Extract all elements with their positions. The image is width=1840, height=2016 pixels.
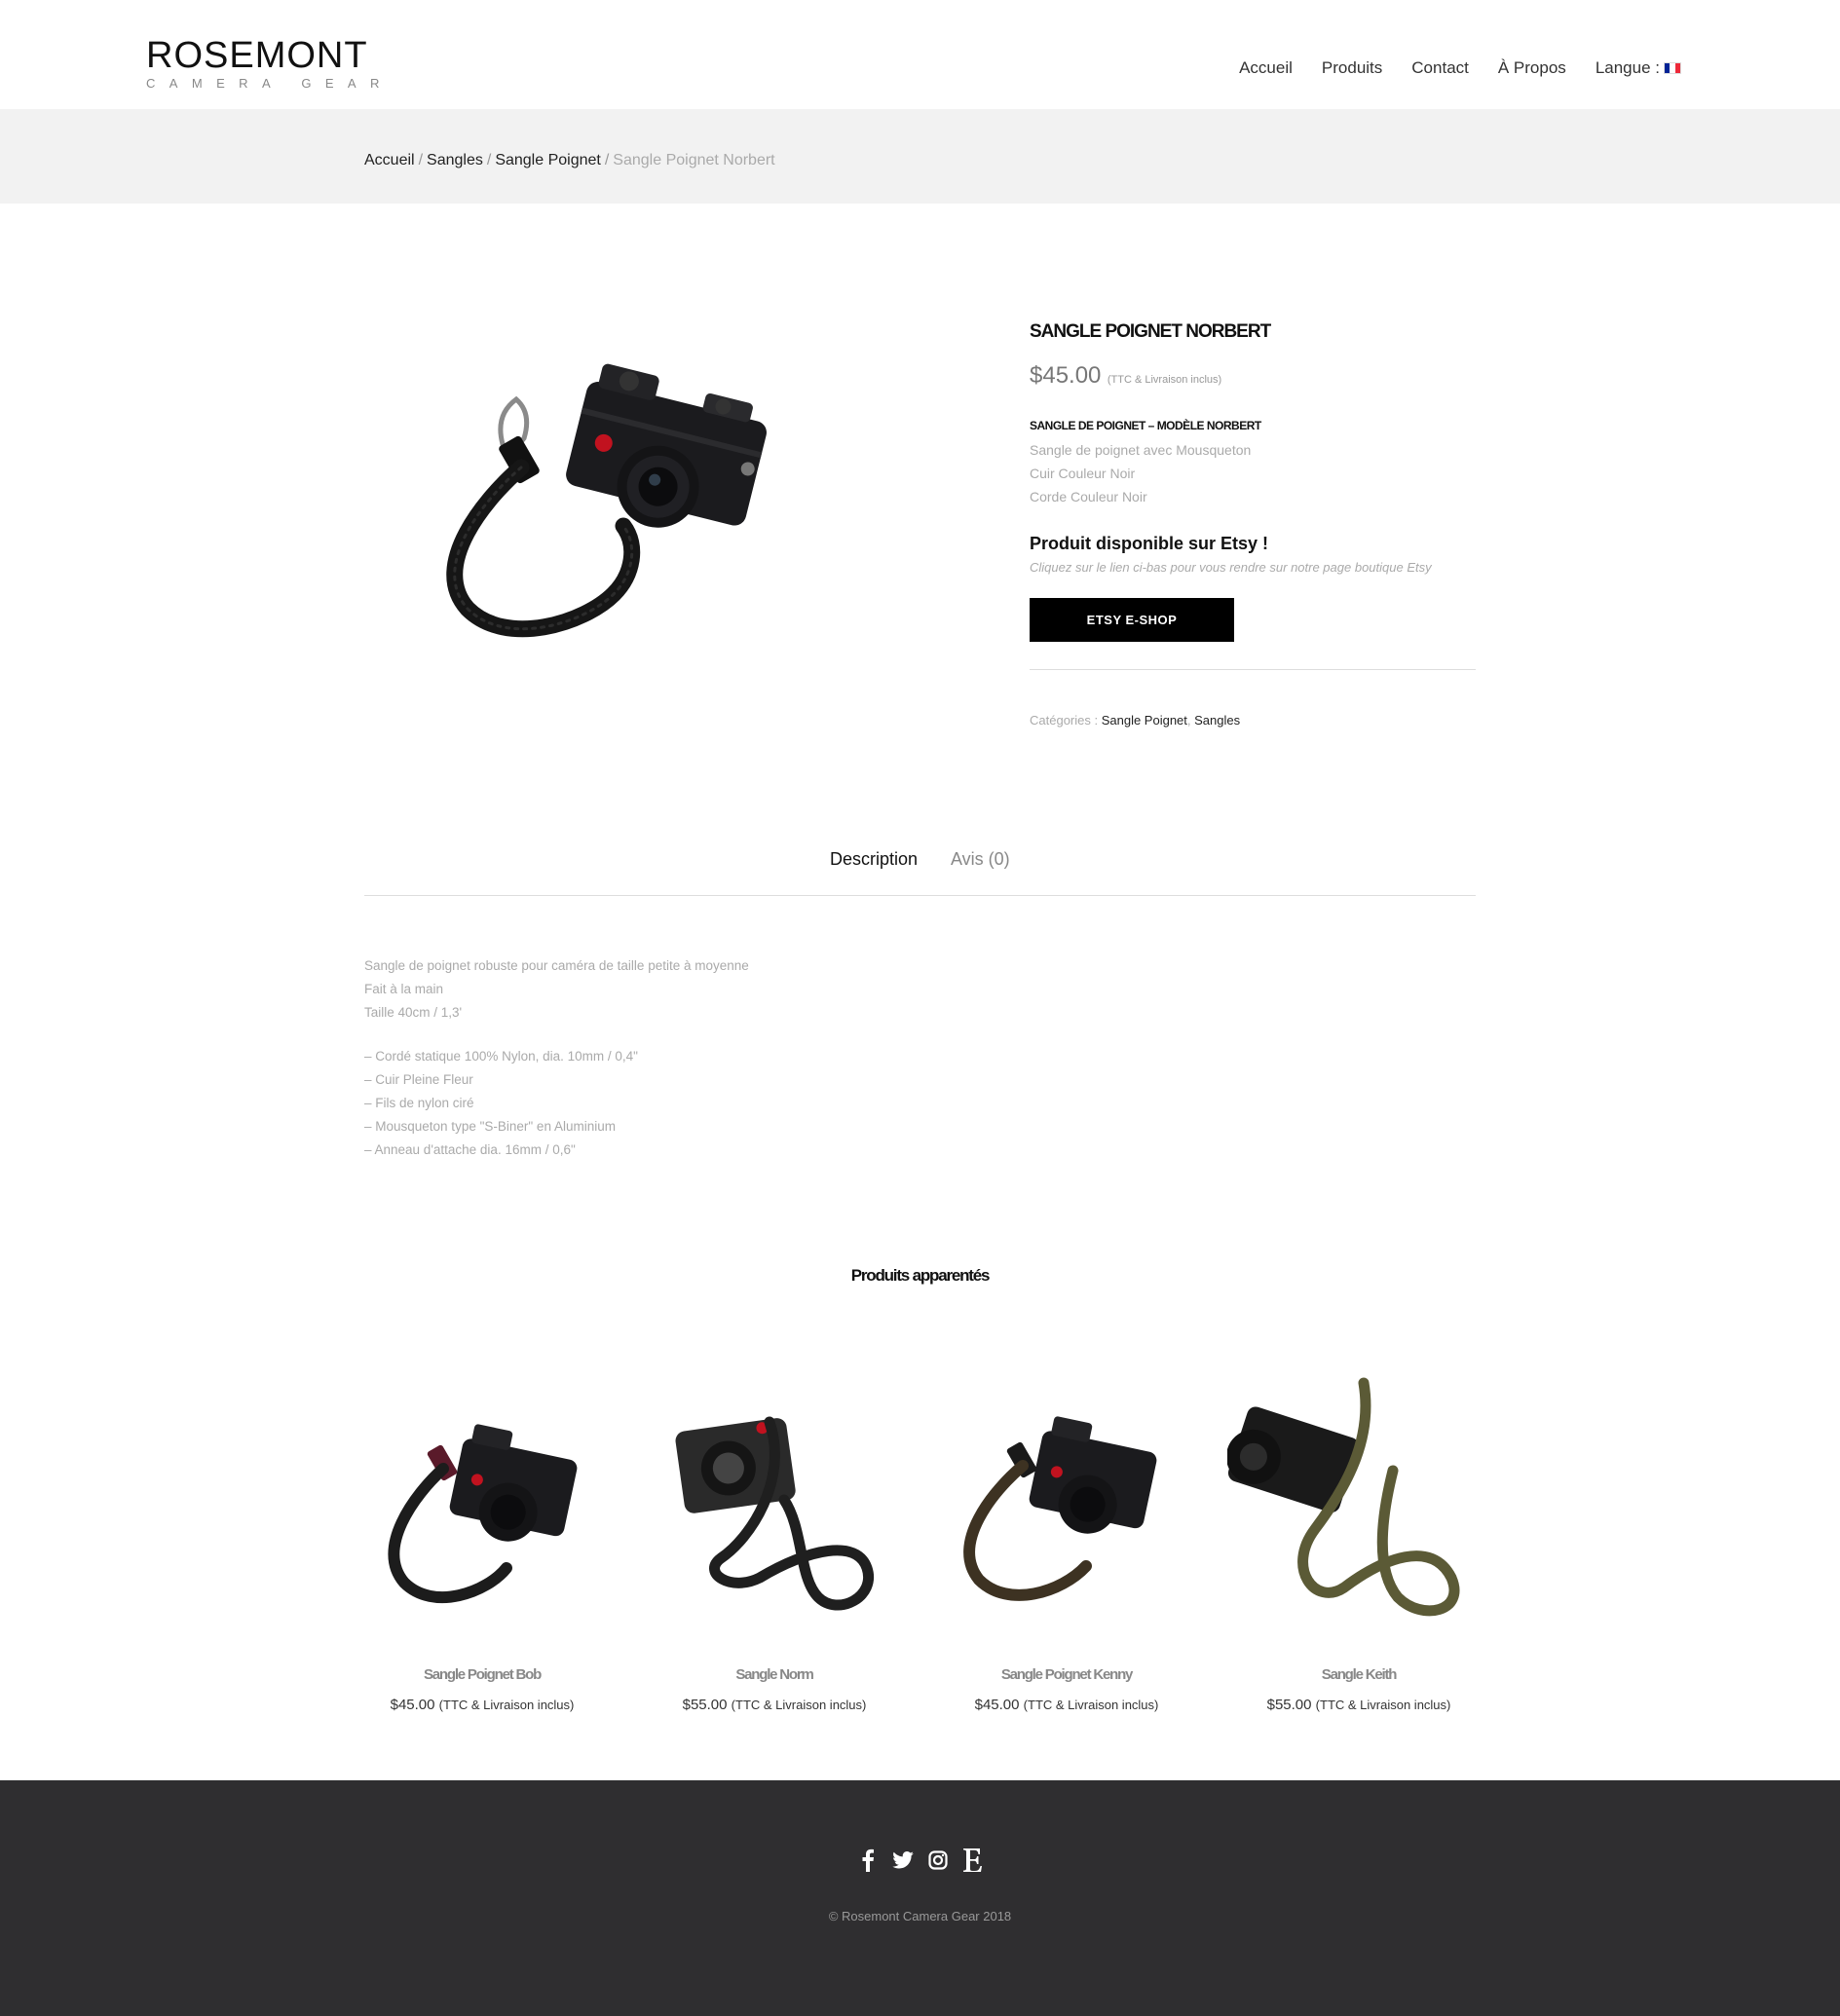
nav-item-a-propos[interactable]: À Propos [1498,58,1566,78]
related-product-name[interactable]: Sangle Poignet Kenny [935,1666,1198,1683]
breadcrumb-sangle-poignet[interactable]: Sangle Poignet [495,152,601,168]
etsy-availability-title: Produit disponible sur Etsy ! [1030,534,1269,553]
description-spec: – Fils de nylon ciré [364,1096,474,1110]
breadcrumb-separator: / [418,152,424,168]
related-product-tax: (TTC & Livraison inclus) [1315,1698,1451,1712]
etsy-icon[interactable] [961,1846,985,1875]
product-feature: Cuir Couleur Noir [1030,466,1136,481]
related-product-card[interactable]: Sangle Poignet Bob $45.00 (TTC & Livrais… [351,1363,614,1713]
nav-item-produits[interactable]: Produits [1322,58,1382,78]
product-features: Sangle de poignet avec Mousqueton Cuir C… [1030,438,1476,508]
etsy-availability-note: Cliquez sur le lien ci-bas pour vous ren… [1030,560,1432,575]
description-spec: – Mousqueton type "S-Biner" en Aluminium [364,1119,616,1134]
nav-item-langue[interactable]: Langue : [1596,58,1681,78]
related-product-card[interactable]: Sangle Norm $55.00 (TTC & Livraison incl… [643,1363,906,1713]
breadcrumb: Accueil / Sangles / Sangle Poignet / Sangle Po… [364,152,775,169]
related-product-image[interactable] [1225,1363,1490,1626]
site-header: ROSEMONT CAMERA GEAR Accueil Produits Co… [0,0,1840,109]
category-link-sangle-poignet[interactable]: Sangle Poignet [1102,713,1187,728]
related-product-name[interactable]: Sangle Norm [643,1666,906,1683]
description-spec: – Cuir Pleine Fleur [364,1072,473,1087]
site-logo[interactable]: ROSEMONT CAMERA GEAR [146,37,394,92]
breadcrumb-bar: Accueil / Sangles / Sangle Poignet / Sangle Po… [0,109,1840,204]
description-spec: – Cordé statique 100% Nylon, dia. 10mm /… [364,1049,638,1064]
etsy-eshop-button[interactable]: ETSY E-SHOP [1030,598,1234,642]
product-price-row: $45.00 (TTC & Livraison inclus) [1030,362,1476,390]
related-product-price-row: $45.00 (TTC & Livraison inclus) [935,1697,1198,1713]
related-product-price: $45.00 [390,1697,435,1713]
related-product-price-row: $55.00 (TTC & Livraison inclus) [643,1697,906,1713]
categories-label: Catégories : [1030,713,1099,728]
logo-main-text: ROSEMONT [146,35,368,76]
product-image[interactable] [370,331,911,662]
site-footer: © Rosemont Camera Gear 2018 [0,1780,1840,2016]
tab-description[interactable]: Description [830,849,918,870]
related-products-title: Produits apparentés [850,1266,991,1285]
related-product-name[interactable]: Sangle Poignet Bob [351,1666,614,1683]
related-product-image[interactable] [935,1363,1198,1626]
nav-item-contact[interactable]: Contact [1411,58,1469,78]
camera-strap-image [446,363,767,638]
related-product-image[interactable] [643,1363,906,1626]
breadcrumb-separator: / [604,152,610,168]
product-feature: Sangle de poignet avec Mousqueton [1030,442,1252,458]
product-description: Sangle de poignet robuste pour caméra de… [364,954,1241,1162]
product-price: $45.00 [1030,362,1102,389]
copyright-text: © Rosemont Camera Gear 2018 [828,1909,1012,1923]
breadcrumb-sangles[interactable]: Sangles [427,152,483,168]
logo-sub-text: CAMERA GEAR [146,76,394,91]
nav-item-accueil[interactable]: Accueil [1239,58,1293,78]
related-product-price-row: $55.00 (TTC & Livraison inclus) [1227,1697,1490,1713]
description-line: Taille 40cm / 1,3' [364,1005,463,1020]
main-nav: Accueil Produits Contact À Propos Langue… [1210,58,1681,78]
facebook-icon[interactable] [856,1846,880,1875]
related-product-price-row: $45.00 (TTC & Livraison inclus) [351,1697,614,1713]
tab-reviews[interactable]: Avis (0) [951,849,1010,870]
product-title: SANGLE POIGNET NORBERT [1030,321,1271,342]
product-tax-note: (TTC & Livraison inclus) [1107,374,1222,386]
social-links [0,1846,1840,1875]
product-feature: Corde Couleur Noir [1030,489,1147,504]
related-product-card[interactable]: Sangle Keith $55.00 (TTC & Livraison inc… [1225,1363,1490,1713]
related-product-tax: (TTC & Livraison inclus) [438,1698,575,1712]
breadcrumb-accueil[interactable]: Accueil [364,152,415,168]
related-product-name[interactable]: Sangle Keith [1227,1666,1490,1683]
product-subheading: SANGLE DE POIGNET – MODÈLE NORBERT [1030,419,1261,432]
twitter-icon[interactable] [891,1846,915,1875]
related-product-price: $55.00 [682,1697,728,1713]
related-product-price: $45.00 [974,1697,1020,1713]
related-product-tax: (TTC & Livraison inclus) [1023,1698,1159,1712]
langue-label: Langue : [1595,58,1660,77]
instagram-icon[interactable] [926,1846,950,1875]
breadcrumb-current: Sangle Poignet Norbert [613,152,775,168]
product-tabs: Description Avis (0) [364,849,1476,896]
breadcrumb-separator: / [486,152,492,168]
description-spec: – Anneau d'attache dia. 16mm / 0,6" [364,1142,576,1157]
related-product-card[interactable]: Sangle Poignet Kenny $45.00 (TTC & Livra… [935,1363,1198,1713]
related-product-price: $55.00 [1266,1697,1312,1713]
description-line: Fait à la main [364,982,444,996]
related-product-tax: (TTC & Livraison inclus) [731,1698,867,1712]
category-link-sangles[interactable]: Sangles [1194,713,1240,728]
product-categories: Catégories : Sangle Poignet, Sangles [1030,713,1476,728]
product-summary: SANGLE POIGNET NORBERT $45.00 (TTC & Liv… [1030,321,1476,728]
french-flag-icon[interactable] [1664,62,1681,74]
description-line: Sangle de poignet robuste pour caméra de… [364,958,749,973]
related-product-image[interactable] [351,1363,614,1626]
product-divider [1030,669,1476,670]
